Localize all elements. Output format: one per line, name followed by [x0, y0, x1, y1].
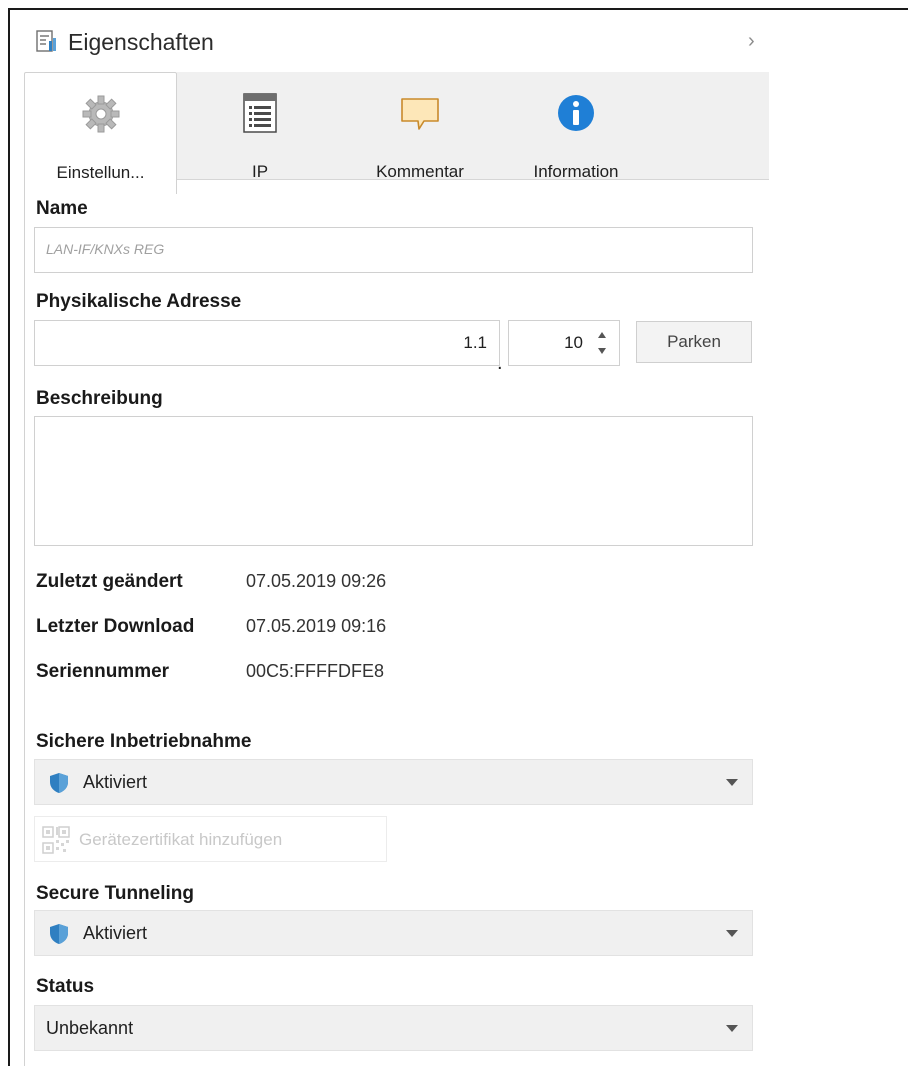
address-area-line-value: 1.1 — [463, 333, 487, 352]
info-key: Seriennummer — [36, 661, 170, 682]
chevron-down-icon — [726, 779, 738, 786]
spin-up-icon[interactable] — [598, 332, 606, 338]
status-label: Status — [36, 976, 95, 997]
comment-icon — [401, 98, 439, 130]
qr-code-icon — [42, 826, 70, 854]
chevron-right-icon[interactable]: › — [748, 30, 755, 53]
add-device-certificate-button[interactable]: Gerätezertifikat hinzufügen — [34, 816, 387, 862]
spin-down-icon[interactable] — [598, 348, 606, 354]
info-icon — [558, 95, 594, 131]
name-input[interactable]: LAN-IF/KNXs REG — [34, 227, 753, 273]
tab-label: IP — [251, 162, 269, 181]
info-value: 00C5:FFFFDFE8 — [246, 661, 385, 681]
properties-icon — [36, 30, 56, 52]
info-key: Zuletzt geändert — [36, 571, 183, 592]
name-label: Name — [36, 198, 88, 219]
device-address-stepper[interactable]: 10 — [508, 320, 620, 366]
park-button[interactable]: Parken — [636, 321, 752, 363]
tab-strip: Einstellun... IP Kommentar Information — [24, 72, 769, 196]
description-label: Beschreibung — [36, 388, 163, 409]
ip-list-icon — [243, 93, 277, 133]
info-value: 07.05.2019 09:16 — [246, 616, 387, 636]
info-value: 07.05.2019 09:26 — [246, 571, 387, 591]
status-select[interactable]: Unbekannt — [34, 1005, 753, 1051]
address-area-line-input[interactable]: 1.1 — [34, 320, 500, 366]
tab-information[interactable]: Information — [506, 72, 646, 181]
shield-icon — [50, 773, 68, 793]
name-placeholder: LAN-IF/KNXs REG — [46, 241, 165, 257]
shield-icon — [50, 924, 68, 944]
window-frame-left — [8, 8, 10, 1066]
info-key: Letzter Download — [36, 616, 195, 637]
chevron-down-icon — [726, 930, 738, 937]
address-separator: . — [497, 352, 503, 374]
panel-title: Eigenschaften — [68, 29, 214, 55]
panel-header: Eigenschaften › — [24, 16, 769, 68]
tab-label: Information — [533, 162, 619, 181]
content-border — [24, 194, 25, 1066]
window-frame-top — [10, 8, 908, 10]
secure-tunneling-value: Aktiviert — [83, 923, 148, 943]
physical-address-label: Physikalische Adresse — [36, 291, 242, 312]
add-device-certificate-label: Gerätezertifikat hinzufügen — [79, 830, 283, 849]
secure-commissioning-value: Aktiviert — [83, 772, 148, 792]
tab-label: Kommentar — [376, 162, 464, 181]
secure-commissioning-select[interactable]: Aktiviert — [34, 759, 753, 805]
gear-icon — [82, 95, 119, 133]
tab-comment[interactable]: Kommentar — [352, 72, 488, 181]
description-textarea[interactable] — [34, 416, 753, 546]
chevron-down-icon — [726, 1025, 738, 1032]
secure-commissioning-label: Sichere Inbetriebnahme — [36, 731, 252, 752]
properties-panel: Eigenschaften › Einstellun... IP Komment… — [24, 16, 769, 1066]
secure-tunneling-label: Secure Tunneling — [36, 883, 195, 904]
tab-label: Einstellun... — [56, 163, 145, 182]
tab-ip[interactable]: IP — [214, 72, 306, 181]
status-value: Unbekannt — [46, 1018, 134, 1038]
tab-settings[interactable]: Einstellun... — [24, 72, 177, 194]
secure-tunneling-select[interactable]: Aktiviert — [34, 910, 753, 956]
device-address-value: 10 — [564, 333, 583, 352]
